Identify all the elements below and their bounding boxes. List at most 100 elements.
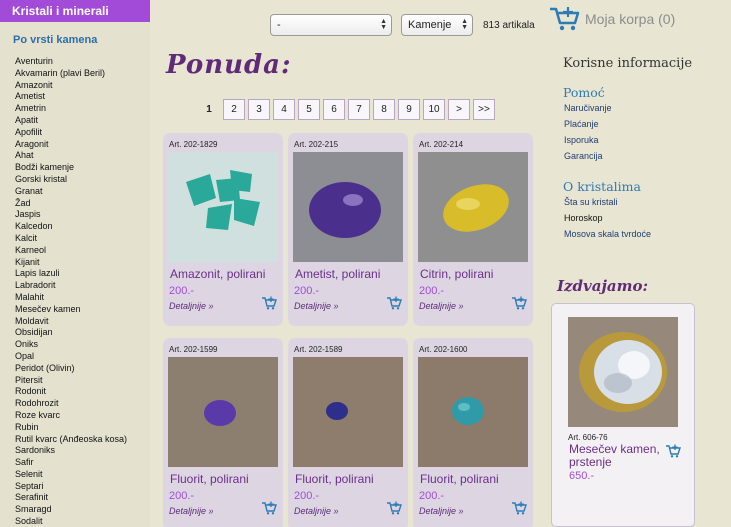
crystal-info-link[interactable]: Šta su kristali — [564, 197, 618, 207]
add-to-cart-icon[interactable] — [665, 444, 681, 458]
sidebar-item[interactable]: Septari — [15, 481, 150, 493]
page-link[interactable]: 7 — [348, 99, 370, 120]
sidebar-item[interactable]: Aventurin — [15, 56, 150, 68]
help-link[interactable]: Plaćanje — [564, 119, 599, 129]
sidebar-item[interactable]: Sodalit — [15, 516, 150, 527]
product-price: 200.- — [419, 285, 445, 297]
sidebar-item[interactable]: Jaspis — [15, 209, 150, 221]
sidebar-item[interactable]: Rubin — [15, 422, 150, 434]
featured-product[interactable]: Art. 606-76 Mesečev kamen, prstenje 650.… — [551, 303, 695, 527]
sidebar-title[interactable]: Kristali i minerali — [0, 0, 150, 22]
sidebar-item[interactable]: Bodži kamenje — [15, 162, 150, 174]
sidebar-item[interactable]: Kalcedon — [15, 221, 150, 233]
sidebar-item[interactable]: Labradorit — [15, 280, 150, 292]
featured-name[interactable]: Mesečev kamen, prstenje — [569, 443, 669, 469]
product-image[interactable] — [293, 152, 403, 262]
product-name[interactable]: Fluorit, polirani — [170, 472, 249, 486]
add-to-cart-icon[interactable] — [386, 296, 402, 310]
add-to-cart-icon[interactable] — [511, 296, 527, 310]
page-link[interactable]: 5 — [298, 99, 320, 120]
sidebar-item[interactable]: Ahat — [15, 150, 150, 162]
sidebar-item[interactable]: Amazonit — [15, 80, 150, 92]
sidebar-item[interactable]: Oniks — [15, 339, 150, 351]
help-link[interactable]: Isporuka — [564, 135, 599, 145]
product-card[interactable]: Art. 202-215 Ametist, polirani 200.- Det… — [288, 133, 408, 326]
sidebar-item[interactable]: Moldavit — [15, 316, 150, 328]
help-link[interactable]: Naručivanje — [564, 103, 612, 113]
sidebar-item[interactable]: Pitersit — [15, 375, 150, 387]
sidebar-item[interactable]: Aragonit — [15, 139, 150, 151]
sidebar-item[interactable]: Malahit — [15, 292, 150, 304]
page-link[interactable]: 10 — [423, 99, 445, 120]
product-card[interactable]: Art. 202-1599 Fluorit, polirani 200.- De… — [163, 338, 283, 527]
product-art-number: Art. 202-1829 — [169, 140, 218, 149]
sidebar-item[interactable]: Kijanit — [15, 257, 150, 269]
sidebar-item[interactable]: Apatit — [15, 115, 150, 127]
crystal-info-link[interactable]: Mosova skala tvrdoće — [564, 229, 651, 239]
product-card[interactable]: Art. 202-1589 Fluorit, polirani 200.- De… — [288, 338, 408, 527]
details-link[interactable]: Detaljnije » — [169, 506, 214, 516]
category-select[interactable]: - ▲ ▼ — [270, 14, 392, 36]
add-to-cart-icon[interactable] — [261, 296, 277, 310]
product-name[interactable]: Amazonit, polirani — [170, 267, 265, 281]
sidebar-item[interactable]: Rodonit — [15, 386, 150, 398]
product-name[interactable]: Fluorit, polirani — [295, 472, 374, 486]
product-card[interactable]: Art. 202-1829 Amazonit, polirani 200.- D… — [163, 133, 283, 326]
details-link[interactable]: Detaljnije » — [294, 301, 339, 311]
sidebar-item[interactable]: Peridot (Olivin) — [15, 363, 150, 375]
page-link[interactable]: >> — [473, 99, 495, 120]
sidebar-item[interactable]: Rutil kvarc (Anđeoska kosa) — [15, 434, 150, 446]
add-to-cart-icon[interactable] — [511, 501, 527, 515]
add-to-cart-icon[interactable] — [386, 501, 402, 515]
page-link[interactable]: 6 — [323, 99, 345, 120]
product-card[interactable]: Art. 202-214 Citrin, polirani 200.- Deta… — [413, 133, 533, 326]
details-link[interactable]: Detaljnije » — [294, 506, 339, 516]
page-link[interactable]: 4 — [273, 99, 295, 120]
page-link[interactable]: 3 — [248, 99, 270, 120]
page-link[interactable]: 8 — [373, 99, 395, 120]
product-image[interactable] — [168, 152, 278, 262]
sidebar-item[interactable]: Kalcit — [15, 233, 150, 245]
details-link[interactable]: Detaljnije » — [419, 506, 464, 516]
help-link[interactable]: Garancija — [564, 151, 603, 161]
sidebar-item[interactable]: Karneol — [15, 245, 150, 257]
product-card[interactable]: Art. 202-1600 Fluorit, polirani 200.- De… — [413, 338, 533, 527]
sidebar-item[interactable]: Sardoniks — [15, 445, 150, 457]
sidebar-item[interactable]: Obsidijan — [15, 327, 150, 339]
select-arrows-icon: ▲ ▼ — [380, 18, 387, 31]
sidebar-item[interactable]: Ametrin — [15, 103, 150, 115]
product-image[interactable] — [418, 152, 528, 262]
sidebar-item[interactable]: Serafinit — [15, 492, 150, 504]
details-link[interactable]: Detaljnije » — [419, 301, 464, 311]
page-link[interactable]: 9 — [398, 99, 420, 120]
sidebar-item[interactable]: Smaragd — [15, 504, 150, 516]
sidebar-item[interactable]: Rodohrozit — [15, 398, 150, 410]
sidebar-item[interactable]: Gorski kristal — [15, 174, 150, 186]
sidebar-item[interactable]: Mesečev kamen — [15, 304, 150, 316]
type-select[interactable]: Kamenje ▲ ▼ — [401, 14, 473, 36]
sidebar-item[interactable]: Granat — [15, 186, 150, 198]
cart-link[interactable]: Moja korpa (0) — [549, 6, 675, 32]
page-link[interactable]: 2 — [223, 99, 245, 120]
sidebar-item[interactable]: Lapis lazuli — [15, 268, 150, 280]
crystal-info-link[interactable]: Horoskop — [564, 213, 603, 223]
sidebar-item[interactable]: Selenit — [15, 469, 150, 481]
sidebar-item[interactable]: Opal — [15, 351, 150, 363]
sidebar-item[interactable]: Safir — [15, 457, 150, 469]
product-image[interactable] — [168, 357, 278, 467]
sidebar-item[interactable]: Žad — [15, 198, 150, 210]
product-image[interactable] — [418, 357, 528, 467]
sidebar-item[interactable]: Akvamarin (plavi Beril) — [15, 68, 150, 80]
sidebar-item[interactable]: Apofilit — [15, 127, 150, 139]
product-name[interactable]: Ametist, polirani — [295, 267, 380, 281]
details-link[interactable]: Detaljnije » — [169, 301, 214, 311]
current-page: 1 — [206, 104, 212, 115]
sidebar-item[interactable]: Ametist — [15, 91, 150, 103]
product-image[interactable] — [293, 357, 403, 467]
sidebar-item[interactable]: Roze kvarc — [15, 410, 150, 422]
product-name[interactable]: Citrin, polirani — [420, 267, 493, 281]
page-link[interactable]: > — [448, 99, 470, 120]
product-name[interactable]: Fluorit, polirani — [420, 472, 499, 486]
featured-product-image[interactable] — [568, 317, 678, 427]
add-to-cart-icon[interactable] — [261, 501, 277, 515]
